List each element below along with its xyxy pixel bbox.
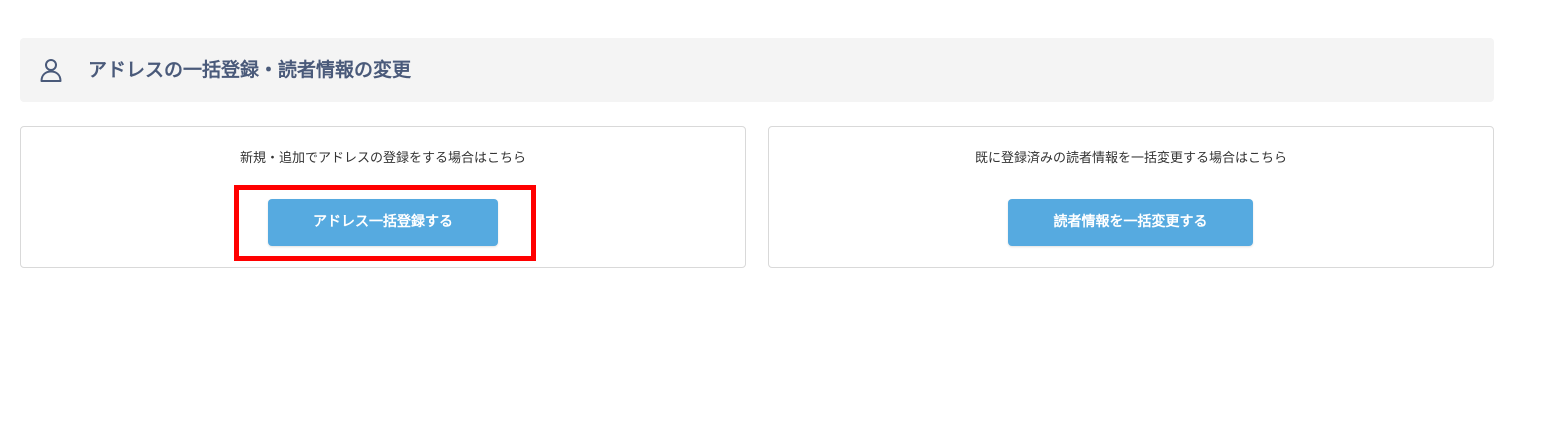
- bulk-register-card: 新規・追加でアドレスの登録をする場合はこちら アドレス一括登録する: [20, 126, 746, 268]
- bulk-update-button[interactable]: 読者情報を一括変更する: [1008, 199, 1253, 246]
- bulk-register-button[interactable]: アドレス一括登録する: [268, 199, 498, 246]
- bulk-update-description: 既に登録済みの読者情報を一括変更する場合はこちら: [974, 151, 1287, 166]
- bulk-update-card: 既に登録済みの読者情報を一括変更する場合はこちら 読者情報を一括変更する: [768, 126, 1494, 268]
- bulk-register-description: 新規・追加でアドレスの登録をする場合はこちら: [239, 151, 526, 166]
- user-icon: [38, 57, 64, 83]
- page-title: アドレスの一括登録・読者情報の変更: [88, 59, 412, 81]
